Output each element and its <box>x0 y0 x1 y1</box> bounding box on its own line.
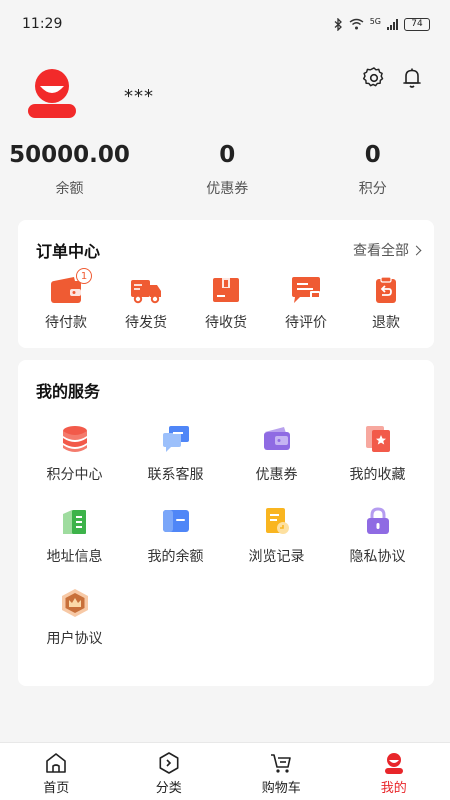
profile-header[interactable]: *** <box>26 66 154 120</box>
order-center-header: 订单中心 查看全部 <box>18 220 434 262</box>
battery-icon: 74 <box>404 17 430 31</box>
service-label: 用户协议 <box>46 631 103 647</box>
crown-icon <box>61 589 88 617</box>
service-label: 积分中心 <box>46 467 103 483</box>
coupon-icon <box>263 427 290 450</box>
wallet-icon: 1 <box>50 268 92 304</box>
tab-label: 我的 <box>380 781 407 796</box>
my-services-header: 我的服务 <box>18 360 434 402</box>
bottom-tab-bar: 首页 分类 购物车 我的 <box>0 742 450 800</box>
stat-label: 优惠券 <box>206 181 249 197</box>
box-icon <box>213 278 239 302</box>
order-label: 待发货 <box>125 315 167 331</box>
battery-level: 74 <box>411 18 423 29</box>
service-label: 浏览记录 <box>248 549 305 565</box>
points-icon <box>62 426 87 452</box>
stat-value: 0 <box>364 142 381 168</box>
top-actions <box>362 66 424 90</box>
order-center-title: 订单中心 <box>36 242 101 261</box>
service-label: 地址信息 <box>46 549 103 565</box>
signal-icon <box>387 18 398 30</box>
service-address[interactable]: 地址信息 <box>24 506 125 566</box>
tab-label: 首页 <box>43 781 70 796</box>
category-icon <box>159 752 179 774</box>
favorite-icon <box>365 426 390 452</box>
status-icons: 5G 74 <box>334 16 430 31</box>
truck-icon <box>131 280 161 304</box>
stat-value: 0 <box>219 142 236 168</box>
service-label: 我的收藏 <box>349 467 406 483</box>
tab-label: 分类 <box>155 781 182 796</box>
username: *** <box>124 85 154 107</box>
order-label: 待收货 <box>205 315 247 331</box>
cart-icon <box>271 754 292 773</box>
service-label: 优惠券 <box>255 467 298 483</box>
balance-icon <box>162 510 189 532</box>
services-grid: 积分中心 联系客服 优惠券 我的收藏 地址信息 我的余额 浏览记录 隐私协议 用… <box>18 402 434 648</box>
service-label: 隐私协议 <box>349 549 406 565</box>
service-coupons[interactable]: 优惠券 <box>226 424 327 484</box>
settings-icon[interactable] <box>362 66 386 90</box>
avatar[interactable] <box>26 66 78 120</box>
comment-icon <box>292 277 320 303</box>
chevron-right-icon <box>411 245 422 255</box>
service-points-center[interactable]: 积分中心 <box>24 424 125 484</box>
tab-category[interactable]: 分类 <box>113 743 226 800</box>
order-label: 退款 <box>372 315 400 331</box>
order-pending-review[interactable]: 待评价 <box>266 276 346 332</box>
stat-label: 积分 <box>358 181 387 197</box>
status-bar: 11:29 5G 74 <box>0 0 450 48</box>
home-icon <box>46 753 67 773</box>
order-status-row: 1 待付款 待发货 待收货 待评价 退款 <box>18 262 434 332</box>
bluetooth-icon <box>334 17 342 31</box>
tab-home[interactable]: 首页 <box>0 743 113 800</box>
service-label: 我的余额 <box>147 549 204 565</box>
profile-icon <box>384 753 403 774</box>
see-all-label: 查看全部 <box>353 243 409 259</box>
tab-profile[interactable]: 我的 <box>338 743 450 800</box>
tab-cart[interactable]: 购物车 <box>225 743 338 800</box>
service-customer-support[interactable]: 联系客服 <box>125 424 226 484</box>
wifi-icon <box>349 18 364 30</box>
account-stats: 50000.00 余额 0 优惠券 0 积分 <box>0 142 450 198</box>
order-label: 待评价 <box>285 315 327 331</box>
service-user-agreement[interactable]: 用户协议 <box>24 588 125 648</box>
stat-points[interactable]: 0 积分 <box>302 142 450 198</box>
network-type: 5G <box>369 16 381 26</box>
lock-icon <box>366 507 389 534</box>
bell-icon[interactable] <box>400 66 424 90</box>
order-pending-receipt[interactable]: 待收货 <box>186 276 266 332</box>
address-icon <box>62 510 86 534</box>
service-favorites[interactable]: 我的收藏 <box>327 424 428 484</box>
service-history[interactable]: 浏览记录 <box>226 506 327 566</box>
pending-payment-badge: 1 <box>76 268 92 284</box>
my-services-title: 我的服务 <box>36 382 101 401</box>
tab-label: 购物车 <box>261 781 301 796</box>
chat-icon <box>162 426 189 452</box>
order-label: 待付款 <box>45 315 87 331</box>
stat-label: 余额 <box>55 181 84 197</box>
service-label: 联系客服 <box>147 467 204 483</box>
stat-balance[interactable]: 50000.00 余额 <box>0 142 153 198</box>
history-icon <box>265 508 289 534</box>
order-pending-shipment[interactable]: 待发货 <box>106 276 186 332</box>
service-balance[interactable]: 我的余额 <box>125 506 226 566</box>
status-time: 11:29 <box>22 16 63 32</box>
my-services-card: 我的服务 积分中心 联系客服 优惠券 我的收藏 地址信息 我的余额 浏览记录 隐… <box>18 360 434 686</box>
stat-coupons[interactable]: 0 优惠券 <box>153 142 302 198</box>
stat-value: 50000.00 <box>9 142 130 168</box>
order-refund[interactable]: 退款 <box>346 276 426 332</box>
order-center-card: 订单中心 查看全部 1 待付款 待发货 待收货 待评价 退款 <box>18 220 434 348</box>
service-privacy-policy[interactable]: 隐私协议 <box>327 506 428 566</box>
see-all-orders-link[interactable]: 查看全部 <box>353 240 422 260</box>
order-pending-payment[interactable]: 1 待付款 <box>26 268 106 332</box>
refund-icon <box>376 276 396 303</box>
